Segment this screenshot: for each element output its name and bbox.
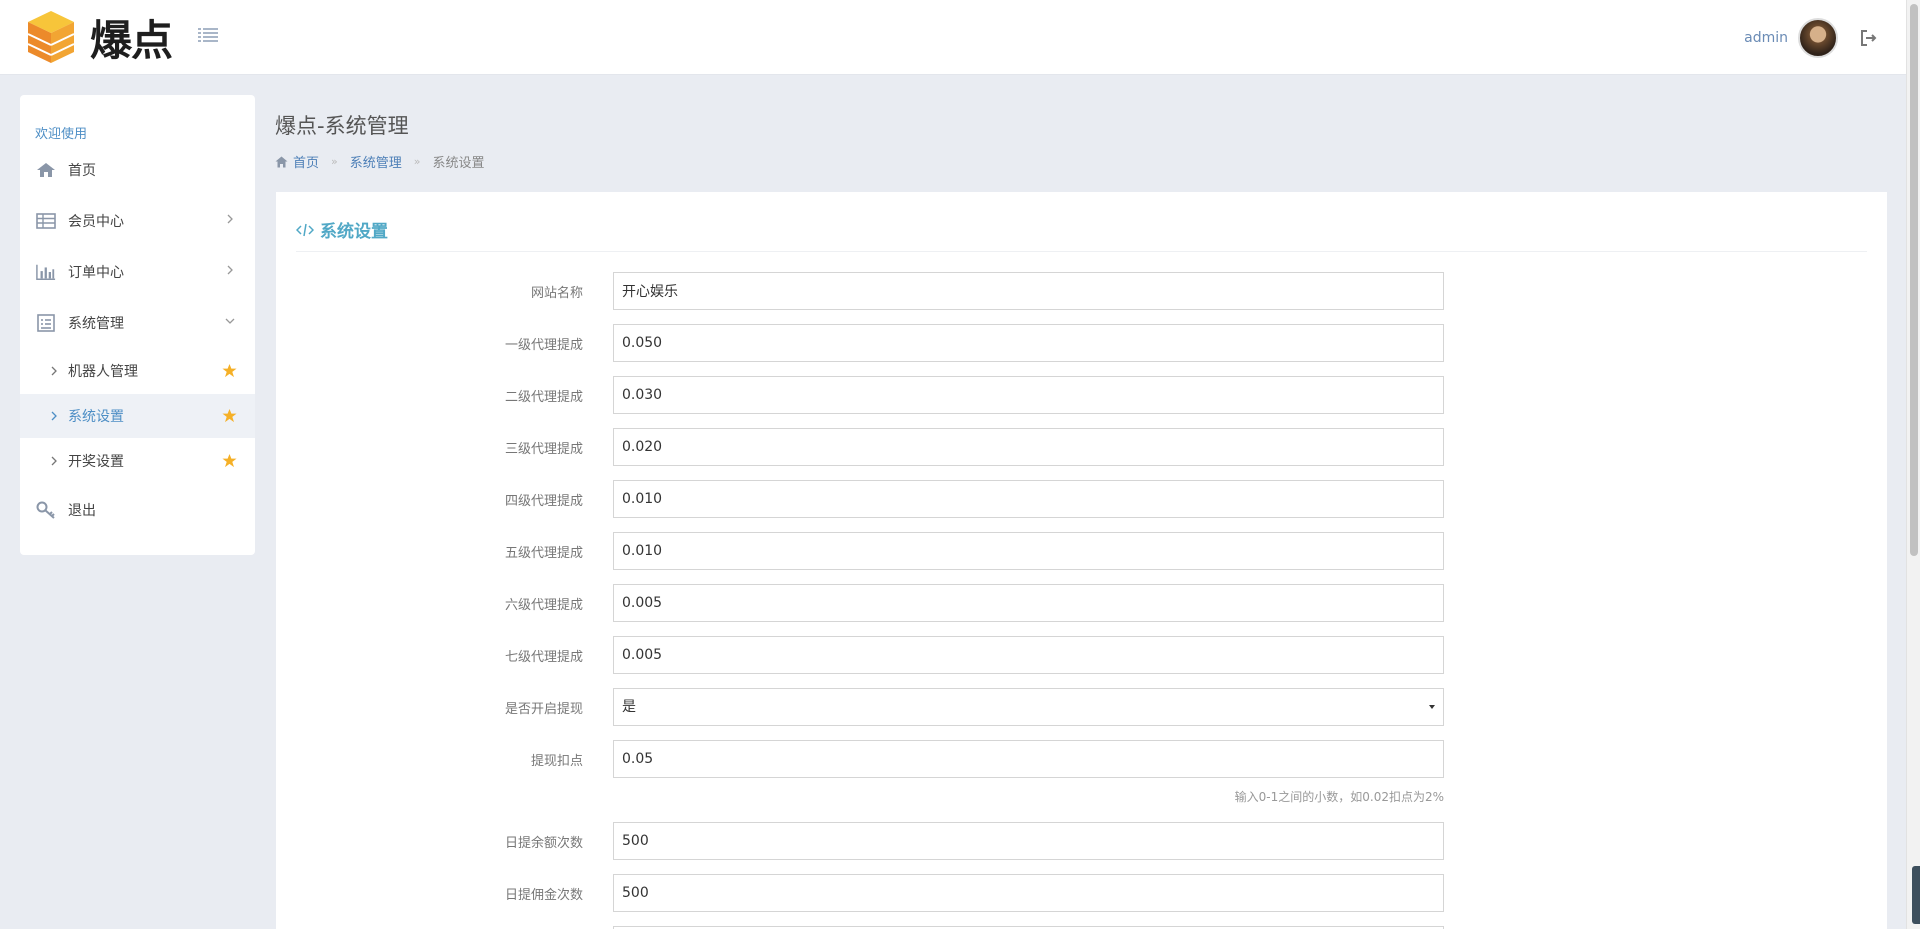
breadcrumb-current: 系统设置 [432, 156, 485, 171]
chevron-right-icon [227, 214, 233, 224]
withdraw-enabled-select[interactable]: 是 [613, 688, 1444, 726]
form-row-agent1: 一级代理提成 [276, 324, 1887, 362]
bar-chart-icon [36, 263, 56, 281]
agent4-label: 四级代理提成 [504, 494, 583, 509]
daily-balance-input[interactable] [613, 822, 1444, 860]
key-icon [36, 501, 56, 519]
withdraw-fee-hint: 输入0-1之间的小数，如0.02扣点为2% [1234, 790, 1444, 804]
agent1-label: 一级代理提成 [504, 338, 583, 353]
agent3-commission-input[interactable] [613, 428, 1444, 466]
agent1-commission-input[interactable] [613, 324, 1444, 362]
sidebar-item-system[interactable]: 系统管理 [20, 301, 255, 345]
sidebar-item-members[interactable]: 会员中心 [20, 199, 255, 243]
agent5-commission-input[interactable] [613, 532, 1444, 570]
sidebar: 欢迎使用 首页 会员中心 订单中心 系统管理 机器人管理 系统设置 开奖设置 退… [20, 95, 255, 555]
sidebar-item-home[interactable]: 首页 [20, 148, 255, 192]
sidebar-item-label: 会员中心 [68, 214, 124, 230]
chevron-right-icon [51, 366, 57, 376]
daily-commission-label: 日提佣金次数 [504, 888, 583, 903]
form-row-agent3: 三级代理提成 [276, 428, 1887, 466]
withdraw-fee-input[interactable] [613, 740, 1444, 778]
logo-text: 爆点 [90, 15, 173, 65]
agent6-label: 六级代理提成 [504, 598, 583, 613]
sidebar-item-orders[interactable]: 订单中心 [20, 250, 255, 294]
daily-commission-input[interactable] [613, 874, 1444, 912]
sidebar-subitem-system-settings[interactable]: 系统设置 [20, 394, 255, 438]
agent7-label: 七级代理提成 [504, 650, 583, 665]
menu-toggle-icon[interactable] [198, 27, 220, 47]
sidebar-item-label: 首页 [68, 163, 96, 179]
sidebar-subitem-label: 机器人管理 [68, 364, 138, 380]
top-bar: 爆点 admin [0, 0, 1906, 75]
chevron-down-icon [225, 318, 235, 324]
panel-title: 系统设置 [320, 222, 388, 242]
chevron-right-icon [227, 265, 233, 275]
breadcrumb: 首页 » 系统管理 » 系统设置 [275, 152, 485, 171]
sidebar-subitem-label: 系统设置 [68, 409, 124, 425]
side-widget[interactable] [1912, 866, 1920, 924]
form-row-withdraw-enabled: 是否开启提现 是 [276, 688, 1887, 726]
chevron-right-icon [51, 411, 57, 421]
site-name-label: 网站名称 [530, 286, 583, 301]
breadcrumb-home[interactable]: 首页 [293, 152, 319, 171]
form-row-site-name: 网站名称 [276, 272, 1887, 310]
home-icon [36, 161, 56, 179]
logout-icon[interactable] [1860, 30, 1878, 46]
sidebar-item-label: 退出 [68, 503, 96, 519]
sidebar-subitem-robots[interactable]: 机器人管理 [20, 349, 255, 393]
star-icon [222, 408, 237, 423]
breadcrumb-system[interactable]: 系统管理 [350, 152, 402, 171]
home-icon [275, 156, 288, 167]
logo[interactable]: 爆点 [26, 8, 173, 66]
agent2-commission-input[interactable] [613, 376, 1444, 414]
form-row-agent4: 四级代理提成 [276, 480, 1887, 518]
settings-panel: 系统设置 网站名称 一级代理提成 二级代理提成 三级代理提成 四级代理提成 五级… [276, 192, 1887, 929]
sidebar-welcome: 欢迎使用 [35, 127, 88, 142]
page-title: 爆点-系统管理 [275, 114, 409, 138]
chevron-right-icon [51, 456, 57, 466]
agent6-commission-input[interactable] [613, 584, 1444, 622]
breadcrumb-separator: » [413, 155, 421, 168]
star-icon [222, 453, 237, 468]
sidebar-item-label: 系统管理 [68, 316, 124, 332]
sidebar-subitem-label: 开奖设置 [68, 454, 124, 470]
form-row-daily-commission: 日提佣金次数 [276, 874, 1887, 912]
site-name-input[interactable] [613, 272, 1444, 310]
page-scrollbar[interactable] [1906, 0, 1920, 929]
form-row-agent5: 五级代理提成 [276, 532, 1887, 570]
agent2-label: 二级代理提成 [504, 390, 583, 405]
panel-header: 系统设置 [296, 208, 1867, 252]
code-icon [296, 223, 314, 236]
daily-balance-label: 日提余额次数 [504, 836, 583, 851]
sidebar-item-label: 订单中心 [68, 265, 124, 281]
form-row-agent2: 二级代理提成 [276, 376, 1887, 414]
avatar[interactable] [1798, 18, 1838, 58]
table-icon [36, 212, 56, 230]
agent5-label: 五级代理提成 [504, 546, 583, 561]
form-row-agent6: 六级代理提成 [276, 584, 1887, 622]
withdraw-enabled-label: 是否开启提现 [504, 702, 583, 717]
agent3-label: 三级代理提成 [504, 442, 583, 457]
list-box-icon [36, 314, 56, 332]
sidebar-item-logout[interactable]: 退出 [20, 488, 255, 532]
sidebar-subitem-lottery-settings[interactable]: 开奖设置 [20, 439, 255, 483]
admin-name[interactable]: admin [1744, 30, 1788, 46]
withdraw-fee-label: 提现扣点 [530, 754, 583, 769]
star-icon [222, 363, 237, 378]
cube-logo-icon [27, 11, 75, 63]
form-row-agent7: 七级代理提成 [276, 636, 1887, 674]
breadcrumb-separator: » [331, 155, 338, 168]
form-row-withdraw-fee: 提现扣点 [276, 740, 1887, 778]
agent7-commission-input[interactable] [613, 636, 1444, 674]
form-row-daily-balance: 日提余额次数 [276, 822, 1887, 860]
scrollbar-thumb[interactable] [1910, 4, 1918, 556]
caret-down-icon [1429, 705, 1435, 709]
agent4-commission-input[interactable] [613, 480, 1444, 518]
